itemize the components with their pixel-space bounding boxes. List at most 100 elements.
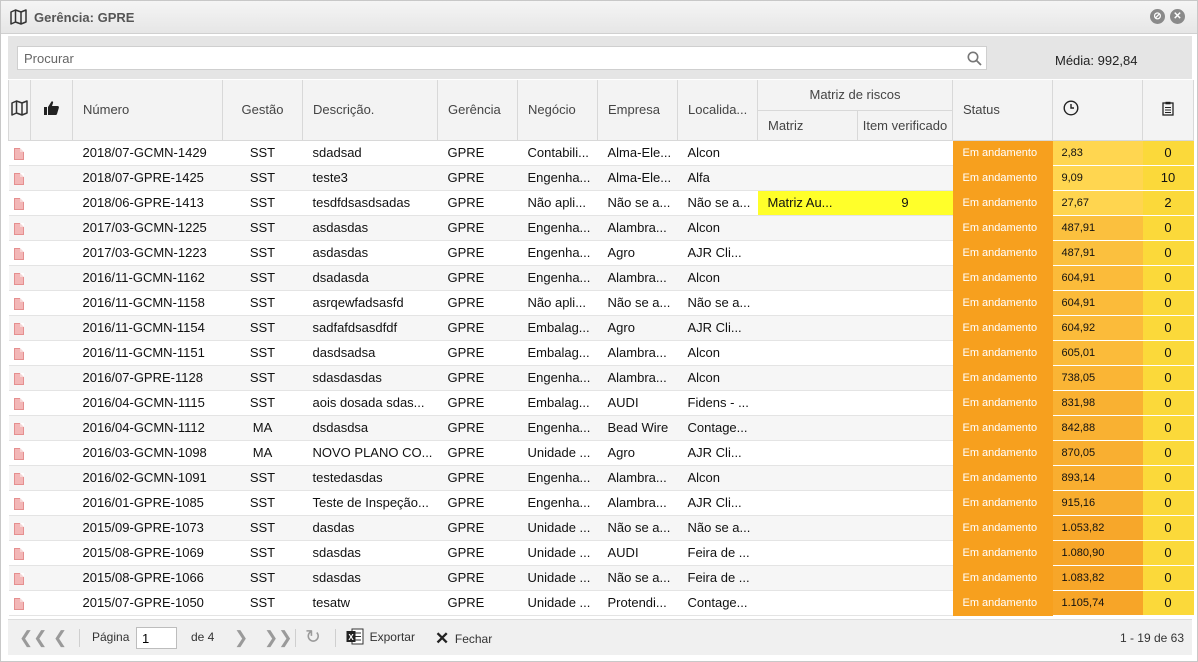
table-row[interactable]: 2018/06-GPRE-1413 SST tesdfdsasdsadas GPRE N…: [8, 190, 1194, 216]
last-page-icon[interactable]: ❯❯: [264, 629, 293, 647]
pdf-icon[interactable]: [13, 572, 24, 585]
item-verificado-cell: [857, 490, 953, 516]
pdf-icon[interactable]: [13, 222, 24, 235]
days-cell: 1.083,82: [1052, 565, 1143, 590]
pdf-icon[interactable]: [13, 447, 24, 460]
pdf-icon[interactable]: [13, 522, 24, 535]
table-row[interactable]: 2015/08-GPRE-1066 SST sdasdas GPRE Unidade .…: [8, 565, 1194, 591]
col-map-icon-header[interactable]: [8, 80, 31, 141]
pdf-icon[interactable]: [13, 397, 24, 410]
pdf-cell[interactable]: [8, 515, 31, 541]
col-descricao-header[interactable]: Descrição.: [302, 80, 438, 141]
col-empresa-header[interactable]: Empresa: [597, 80, 678, 141]
col-like-header[interactable]: [30, 80, 73, 141]
page-input[interactable]: [136, 627, 177, 649]
pdf-cell[interactable]: [8, 465, 31, 491]
table-row[interactable]: 2015/08-GPRE-1069 SST sdasdas GPRE Unidade .…: [8, 540, 1194, 566]
col-status-header[interactable]: Status: [952, 80, 1053, 141]
pdf-cell[interactable]: [8, 565, 31, 591]
descricao-cell: teste3: [302, 165, 438, 191]
pdf-icon[interactable]: [13, 197, 24, 210]
gestao-cell: SST: [222, 265, 303, 291]
table-row[interactable]: 2017/03-GCMN-1225 SST asdasdas GPRE Engenha.…: [8, 215, 1194, 241]
pdf-cell[interactable]: [8, 440, 31, 466]
export-button[interactable]: X Exportar: [346, 628, 415, 645]
table-row[interactable]: 2016/11-GCMN-1151 SST dasdsadsa GPRE Embalag…: [8, 340, 1194, 366]
empresa-cell: Alma-Ele...: [597, 140, 678, 166]
table-row[interactable]: 2016/11-GCMN-1162 SST dsadasda GPRE Engenha.…: [8, 265, 1194, 291]
pdf-icon[interactable]: [13, 322, 24, 335]
col-negocio-header[interactable]: Negócio: [517, 80, 598, 141]
pdf-cell[interactable]: [8, 215, 31, 241]
pdf-icon[interactable]: [13, 272, 24, 285]
pdf-icon[interactable]: [13, 472, 24, 485]
next-page-icon[interactable]: ❯: [234, 629, 248, 647]
col-matriz-header[interactable]: Matriz: [757, 110, 858, 141]
gerencia-cell: GPRE: [437, 140, 518, 166]
col-clipboard-header[interactable]: [1142, 80, 1194, 141]
negocio-cell: Engenha...: [517, 240, 598, 266]
pdf-cell[interactable]: [8, 315, 31, 341]
like-cell: [30, 290, 73, 316]
table-row[interactable]: 2015/09-GPRE-1073 SST dasdas GPRE Unidade ..…: [8, 515, 1194, 541]
pdf-cell[interactable]: [8, 415, 31, 441]
pdf-icon[interactable]: [13, 147, 24, 160]
like-cell: [30, 515, 73, 541]
item-verificado-cell: [857, 140, 953, 166]
table-row[interactable]: 2015/07-GPRE-1050 SST tesatw GPRE Unidade ..…: [8, 590, 1194, 616]
close-icon[interactable]: ✕: [1170, 9, 1185, 24]
status-badge: Em andamento: [952, 440, 1053, 466]
pdf-cell[interactable]: [8, 290, 31, 316]
like-cell: [30, 215, 73, 241]
pdf-icon[interactable]: [13, 547, 24, 560]
map-icon: [10, 9, 27, 28]
pdf-icon[interactable]: [13, 372, 24, 385]
pdf-cell[interactable]: [8, 165, 31, 191]
pdf-cell[interactable]: [8, 340, 31, 366]
col-item-verificado-header[interactable]: Item verificado: [857, 110, 953, 141]
pdf-icon[interactable]: [13, 297, 24, 310]
divider: [335, 629, 336, 647]
pdf-cell[interactable]: [8, 365, 31, 391]
negocio-cell: Embalag...: [517, 390, 598, 416]
table-row[interactable]: 2016/04-GCMN-1112 MA dsdasdsa GPRE Engenha..…: [8, 415, 1194, 441]
pdf-icon[interactable]: [13, 347, 24, 360]
col-numero-header[interactable]: Número: [72, 80, 223, 141]
table-row[interactable]: 2016/02-GCMN-1091 SST testedasdas GPRE Engen…: [8, 465, 1194, 491]
table-row[interactable]: 2016/07-GPRE-1128 SST sdasdasdas GPRE Engenh…: [8, 365, 1194, 391]
table-row[interactable]: 2018/07-GCMN-1429 SST sdadsad GPRE Contabili…: [8, 140, 1194, 166]
pdf-icon[interactable]: [13, 497, 24, 510]
localidade-cell: Não se a...: [677, 190, 758, 216]
prev-page-icon[interactable]: ❮: [53, 629, 67, 647]
close-button[interactable]: ✕ Fechar: [435, 629, 492, 649]
pdf-cell[interactable]: [8, 265, 31, 291]
pdf-icon[interactable]: [13, 422, 24, 435]
pdf-cell[interactable]: [8, 240, 31, 266]
pdf-cell[interactable]: [8, 590, 31, 616]
refresh-icon[interactable]: ↻: [305, 628, 321, 647]
first-page-icon[interactable]: ❮❮: [19, 629, 48, 647]
table-row[interactable]: 2017/03-GCMN-1223 SST asdasdas GPRE Engenha.…: [8, 240, 1194, 266]
table-row[interactable]: 2018/07-GPRE-1425 SST teste3 GPRE Engenha...…: [8, 165, 1194, 191]
pdf-icon[interactable]: [13, 172, 24, 185]
col-localidade-header[interactable]: Localida...: [677, 80, 758, 141]
pdf-cell[interactable]: [8, 490, 31, 516]
search-icon[interactable]: [967, 51, 982, 69]
col-gestao-header[interactable]: Gestão: [222, 80, 303, 141]
table-row[interactable]: 2016/11-GCMN-1154 SST sadfafdsasdfdf GPRE Em…: [8, 315, 1194, 341]
pdf-icon[interactable]: [13, 597, 24, 610]
pdf-cell[interactable]: [8, 390, 31, 416]
pdf-icon[interactable]: [13, 247, 24, 260]
col-gerencia-header[interactable]: Gerência: [437, 80, 518, 141]
col-clock-header[interactable]: [1052, 80, 1143, 141]
minimize-icon[interactable]: ⊘: [1150, 9, 1165, 24]
pdf-cell[interactable]: [8, 140, 31, 166]
table-row[interactable]: 2016/01-GPRE-1085 SST Teste de Inspeção...…: [8, 490, 1194, 516]
numero-cell: 2016/11-GCMN-1158: [72, 290, 223, 316]
search-input[interactable]: [17, 46, 987, 70]
pdf-cell[interactable]: [8, 540, 31, 566]
table-row[interactable]: 2016/03-GCMN-1098 MA NOVO PLANO CO... GPRE U…: [8, 440, 1194, 466]
pdf-cell[interactable]: [8, 190, 31, 216]
table-row[interactable]: 2016/04-GCMN-1115 SST aois dosada sdas... G…: [8, 390, 1194, 416]
table-row[interactable]: 2016/11-GCMN-1158 SST asrqewfadsasfd GPRE Nã…: [8, 290, 1194, 316]
